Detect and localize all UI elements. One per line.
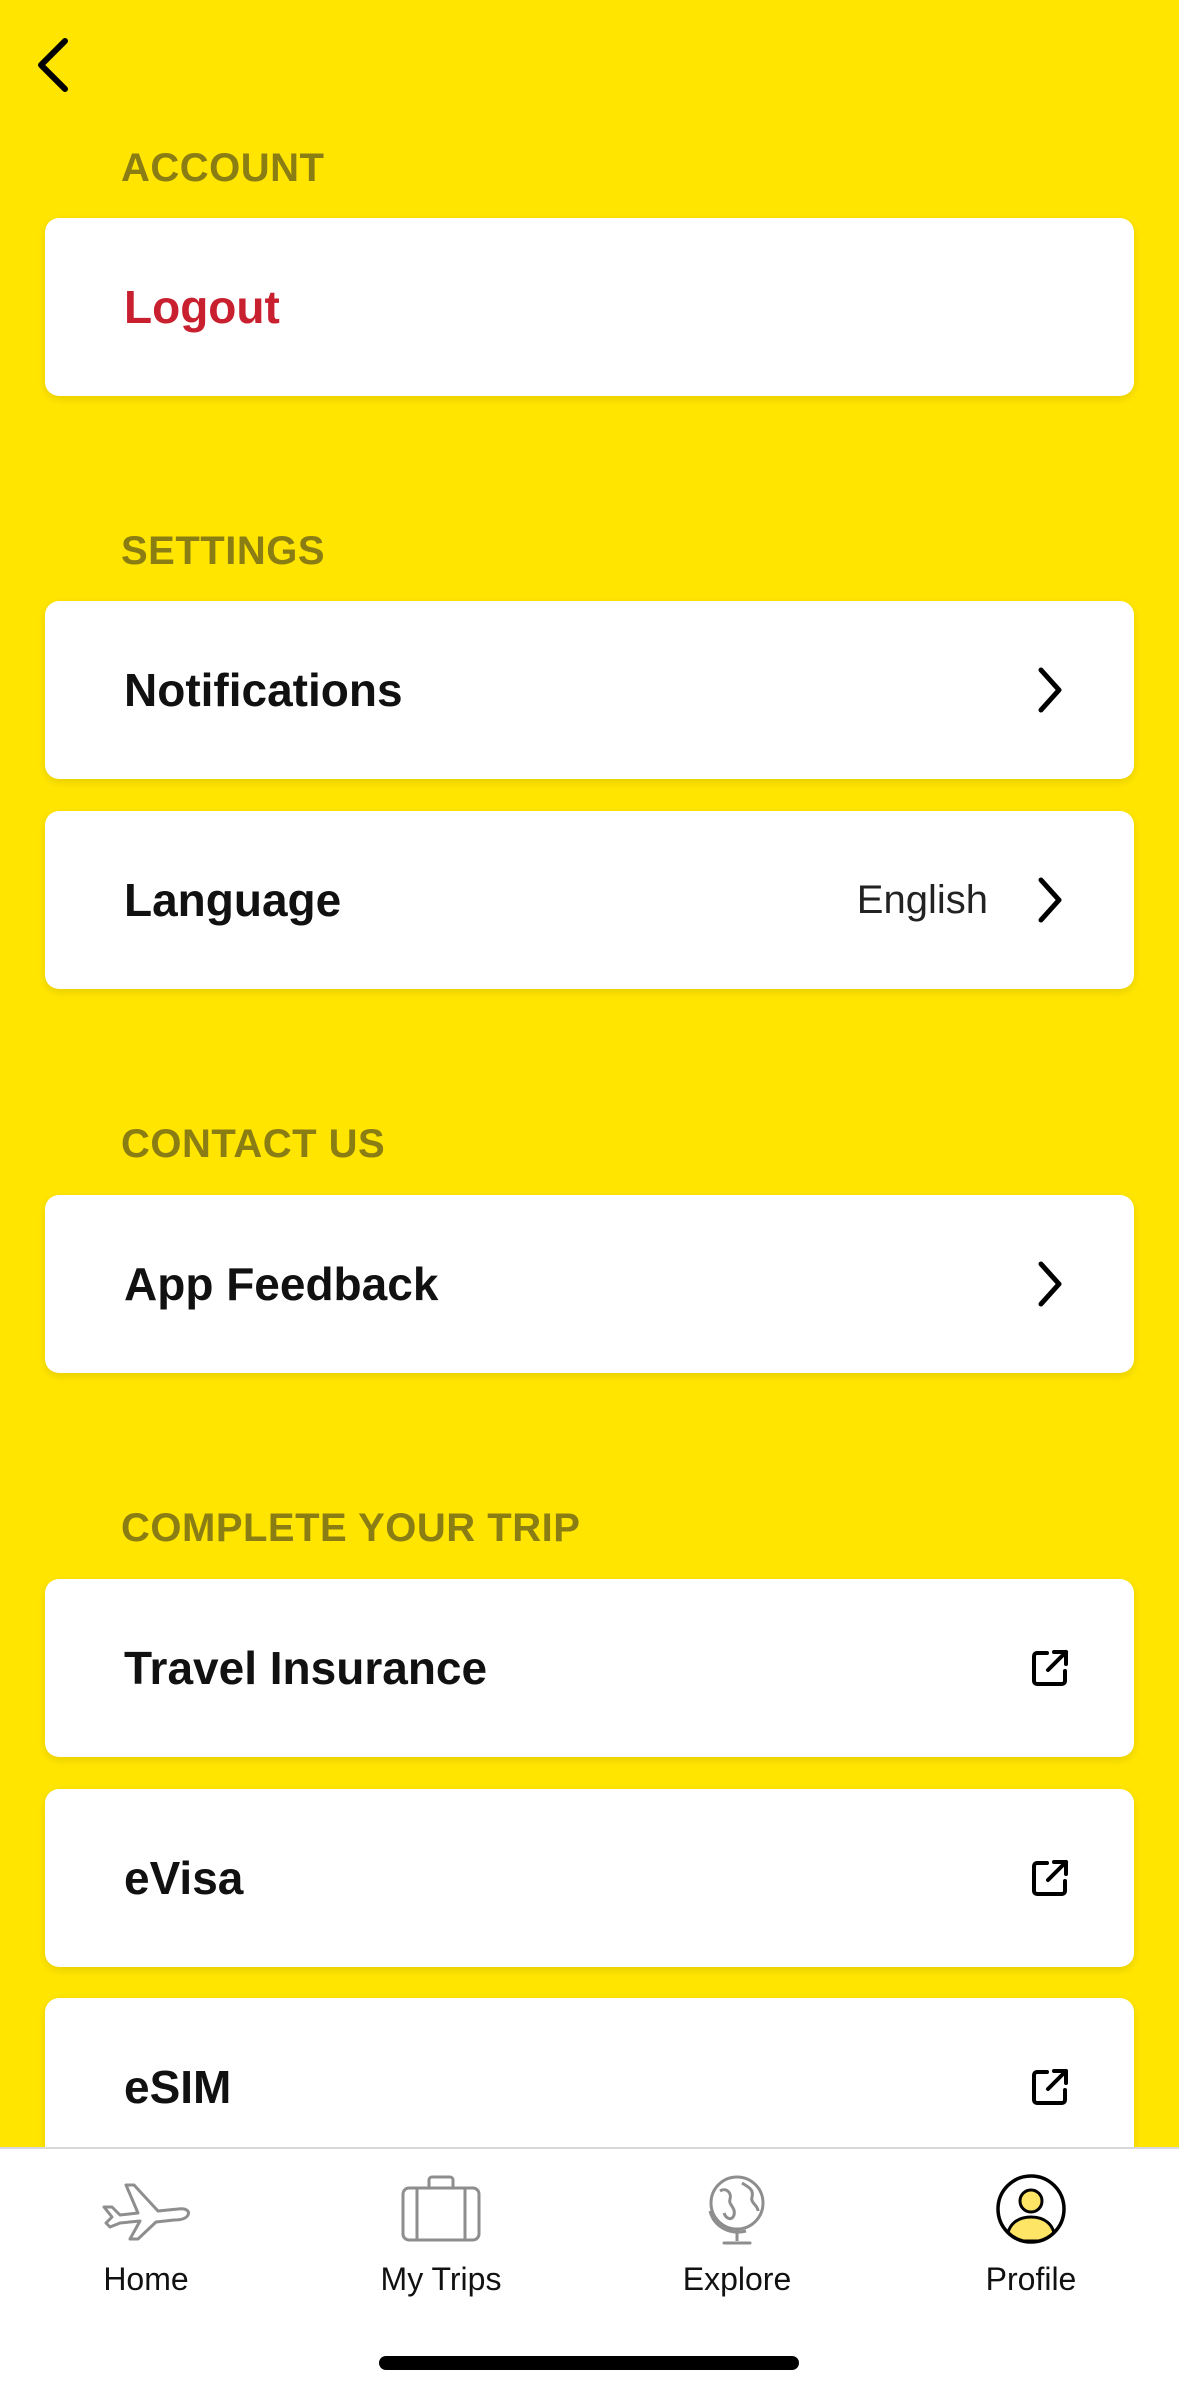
notifications-row[interactable]: Notifications	[45, 601, 1134, 779]
external-link-icon	[1026, 1854, 1074, 1902]
travel-insurance-label: Travel Insurance	[124, 1642, 488, 1694]
notifications-label: Notifications	[124, 664, 403, 716]
chevron-right-icon	[1026, 1260, 1074, 1308]
tab-explore-label: Explore	[682, 2261, 792, 2297]
chevron-right-icon	[1026, 876, 1074, 924]
tab-profile[interactable]: Profile	[921, 2169, 1141, 2309]
section-header-account: ACCOUNT	[121, 146, 325, 190]
app-feedback-row[interactable]: App Feedback	[45, 1195, 1134, 1373]
tab-explore[interactable]: Explore	[627, 2169, 847, 2309]
external-link-icon	[1026, 2063, 1074, 2111]
globe-icon	[687, 2169, 787, 2249]
tab-my-trips[interactable]: My Trips	[331, 2169, 551, 2309]
home-indicator	[379, 2356, 799, 2370]
chevron-left-icon	[38, 38, 68, 92]
app-feedback-label: App Feedback	[124, 1258, 439, 1310]
logout-label: Logout	[124, 281, 280, 333]
tab-profile-label: Profile	[985, 2261, 1077, 2297]
logout-button[interactable]: Logout	[45, 218, 1134, 396]
tab-home-label: Home	[103, 2261, 189, 2297]
section-header-complete-your-trip: COMPLETE YOUR TRIP	[121, 1506, 581, 1550]
evisa-row[interactable]: eVisa	[45, 1789, 1134, 1967]
esim-label: eSIM	[124, 2061, 232, 2113]
travel-insurance-row[interactable]: Travel Insurance	[45, 1579, 1134, 1757]
airplane-icon	[96, 2169, 196, 2249]
evisa-label: eVisa	[124, 1852, 244, 1904]
tab-my-trips-label: My Trips	[380, 2261, 502, 2297]
profile-icon	[981, 2169, 1081, 2249]
language-row[interactable]: Language English	[45, 811, 1134, 989]
back-button[interactable]	[18, 30, 88, 100]
language-label: Language	[124, 874, 342, 926]
section-header-settings: SETTINGS	[121, 529, 326, 573]
tab-home[interactable]: Home	[36, 2169, 256, 2309]
profile-settings-screen: ACCOUNT Logout SETTINGS Notifications La…	[0, 0, 1179, 2396]
chevron-right-icon	[1026, 666, 1074, 714]
section-header-contact-us: CONTACT US	[121, 1122, 386, 1166]
language-value: English	[856, 877, 988, 922]
suitcase-icon	[391, 2169, 491, 2249]
external-link-icon	[1026, 1644, 1074, 1692]
